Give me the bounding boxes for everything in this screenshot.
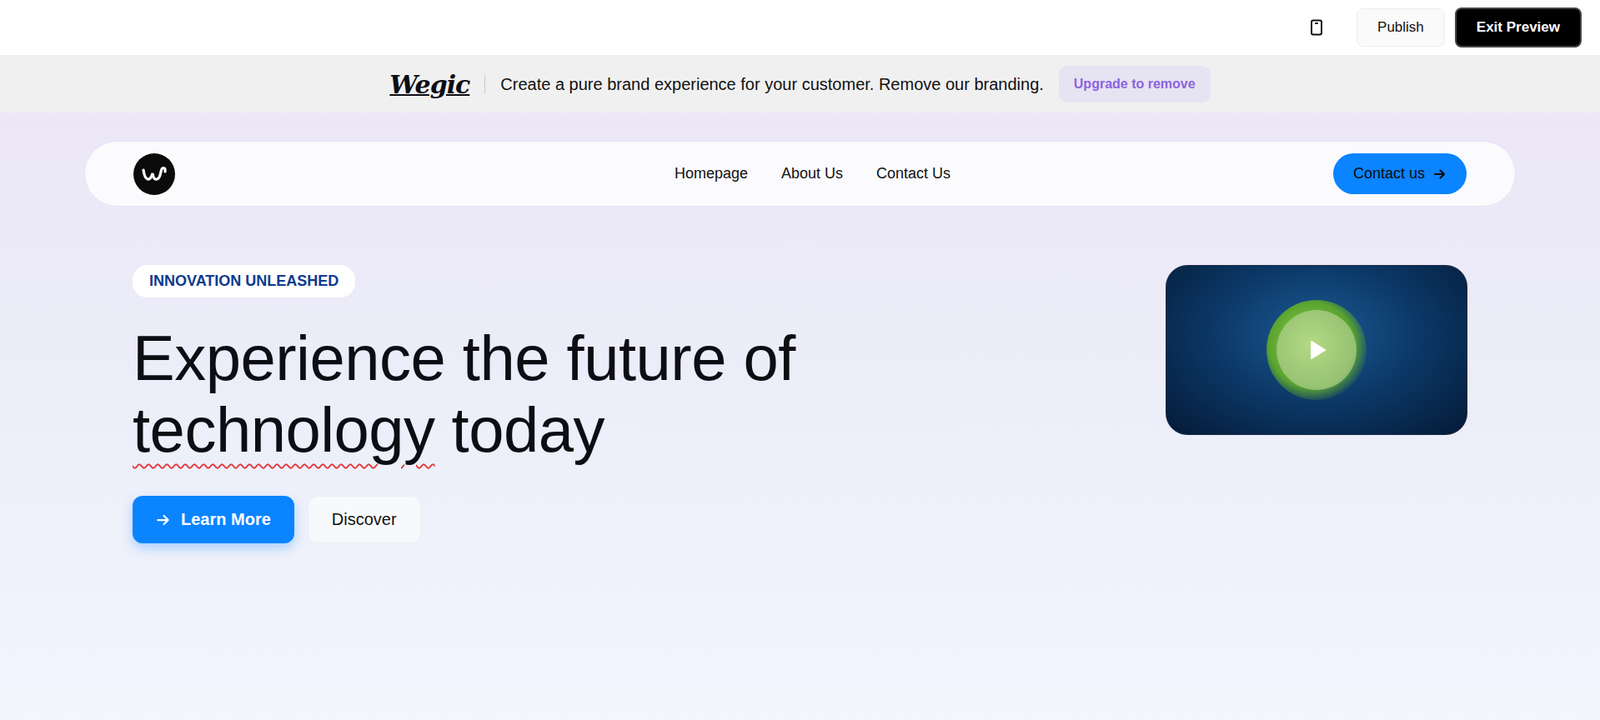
toolbar-button[interactable]: Publish — [1356, 8, 1445, 47]
hero-content: INNOVATION UNLEASHED Experience the futur… — [84, 206, 1516, 544]
banner-message: Create a pure brand experience for your … — [500, 75, 1044, 95]
logo-icon — [133, 153, 176, 196]
hero-actions: Learn MoreDiscover — [132, 496, 422, 544]
contact-button[interactable]: Contact us — [1333, 153, 1467, 195]
nav-links: Homepage About Us Contact Us — [291, 165, 1334, 183]
divider — [484, 75, 486, 94]
title-word: Experience the future of — [132, 322, 796, 395]
hero-title: Experience the future oftechnologytoday — [132, 322, 796, 467]
nav-link[interactable]: Homepage — [674, 165, 748, 183]
video-card[interactable] — [1165, 265, 1468, 436]
editor-toolbar: PublishExit Preview — [0, 0, 1600, 56]
title-word: technology — [132, 394, 436, 467]
arrow-right-icon — [1433, 167, 1447, 181]
site-logo[interactable] — [133, 153, 176, 196]
hero-badge: INNOVATION UNLEASHED — [132, 265, 356, 298]
hero-button[interactable]: Discover — [307, 496, 422, 544]
toolbar-button[interactable]: Exit Preview — [1454, 7, 1582, 48]
play-icon — [1304, 338, 1329, 362]
nav-link[interactable]: About Us — [781, 165, 843, 183]
title-line: technologytoday — [132, 394, 796, 467]
hero-text: INNOVATION UNLEASHED Experience the futur… — [132, 265, 796, 544]
title-word: today — [451, 394, 605, 467]
play-button[interactable] — [1276, 310, 1357, 391]
site-nav: Homepage About Us Contact Us Contact us — [84, 140, 1516, 207]
mobile-preview-button[interactable] — [1299, 10, 1334, 45]
title-line: Experience the future of — [132, 322, 796, 395]
page: PublishExit Preview Wegic Create a pure br… — [0, 0, 1600, 720]
branding-banner: Wegic Create a pure brand experience for … — [0, 55, 1600, 113]
wegic-logo[interactable]: Wegic — [389, 70, 470, 100]
arrow-right-icon — [155, 512, 171, 528]
phone-icon — [1309, 19, 1324, 36]
hero-section: Homepage About Us Contact Us Contact us INNO… — [0, 112, 1600, 720]
nav-link[interactable]: Contact Us — [876, 165, 951, 183]
hero-button[interactable]: Learn More — [132, 496, 295, 544]
upgrade-button[interactable]: Upgrade to remove — [1058, 65, 1211, 103]
